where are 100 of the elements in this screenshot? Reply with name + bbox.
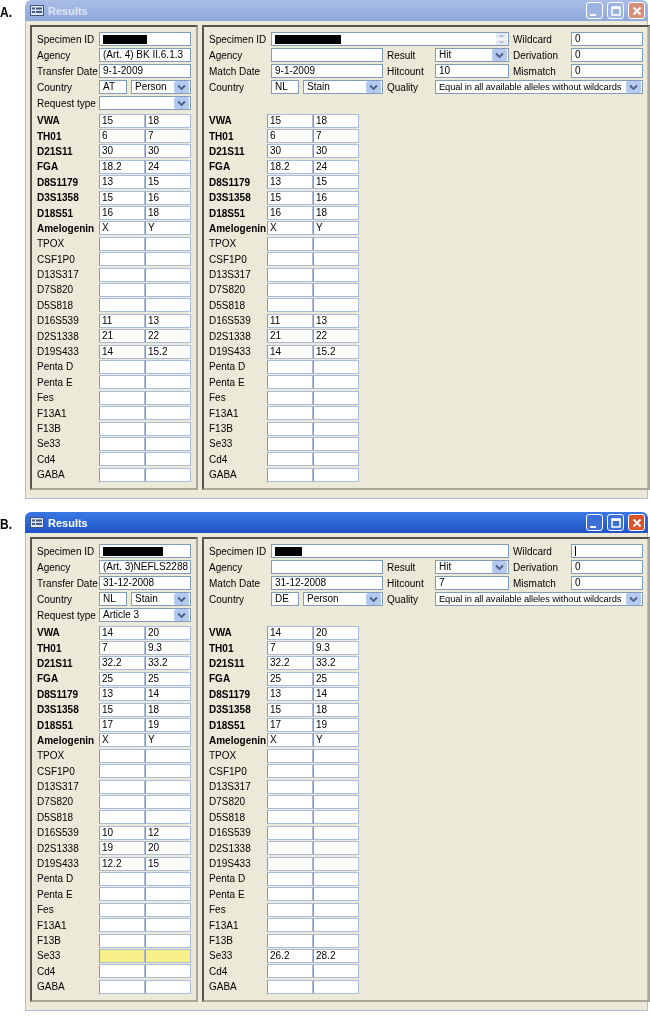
allele-field[interactable]: [313, 436, 359, 451]
allele-field[interactable]: [313, 267, 359, 282]
allele-field[interactable]: [313, 964, 359, 979]
allele-field[interactable]: 18: [313, 206, 359, 221]
allele-field[interactable]: 7: [313, 129, 359, 144]
allele-field[interactable]: 22: [313, 329, 359, 344]
allele-field[interactable]: [145, 267, 191, 282]
allele-field[interactable]: 25: [145, 671, 191, 686]
allele-field[interactable]: [267, 406, 313, 421]
allele-field[interactable]: 15.2: [313, 344, 359, 359]
allele-field[interactable]: 11: [99, 313, 145, 328]
allele-field[interactable]: 28.2: [313, 948, 359, 963]
allele-field[interactable]: [313, 375, 359, 390]
allele-field[interactable]: [145, 764, 191, 779]
type-dropdown[interactable]: Stain: [131, 592, 191, 606]
allele-field[interactable]: 16: [145, 190, 191, 205]
allele-field[interactable]: [313, 933, 359, 948]
allele-field[interactable]: [267, 979, 313, 994]
allele-field[interactable]: 16: [313, 190, 359, 205]
allele-field[interactable]: [99, 918, 145, 933]
wildcard-field[interactable]: [571, 544, 643, 558]
allele-field[interactable]: [313, 810, 359, 825]
allele-field[interactable]: [99, 390, 145, 405]
allele-field[interactable]: 20: [313, 625, 359, 640]
result-dropdown[interactable]: Hit: [435, 48, 509, 62]
request-type-dropdown[interactable]: [99, 96, 191, 110]
allele-field[interactable]: [267, 298, 313, 313]
date-field[interactable]: 9-1-2009: [271, 64, 383, 78]
allele-field[interactable]: [145, 406, 191, 421]
allele-field[interactable]: [313, 406, 359, 421]
allele-field[interactable]: [145, 283, 191, 297]
allele-field[interactable]: 6: [267, 129, 313, 144]
allele-field[interactable]: 15: [99, 113, 145, 128]
allele-field[interactable]: [99, 948, 145, 963]
allele-field[interactable]: [313, 779, 359, 794]
allele-field[interactable]: 17: [99, 718, 145, 733]
quality-dropdown[interactable]: Equal in all available alleles without wildcards: [435, 592, 643, 606]
allele-field[interactable]: [267, 267, 313, 282]
allele-field[interactable]: 15: [267, 702, 313, 717]
date-field[interactable]: 31-12-2008: [271, 576, 383, 590]
mismatch-field[interactable]: 0: [571, 64, 643, 78]
allele-field[interactable]: [99, 902, 145, 917]
allele-field[interactable]: [313, 748, 359, 763]
allele-field[interactable]: [267, 825, 313, 840]
allele-field[interactable]: [145, 779, 191, 794]
allele-field[interactable]: Y: [313, 221, 359, 236]
allele-field[interactable]: [145, 421, 191, 436]
mismatch-field[interactable]: 0: [571, 576, 643, 590]
allele-field[interactable]: [145, 871, 191, 886]
allele-field[interactable]: [313, 918, 359, 933]
allele-field[interactable]: [99, 748, 145, 763]
country-field[interactable]: NL: [99, 592, 127, 606]
allele-field[interactable]: 18: [145, 702, 191, 717]
close-button[interactable]: [628, 2, 645, 19]
allele-field[interactable]: 18.2: [99, 159, 145, 174]
type-dropdown[interactable]: Stain: [303, 80, 383, 94]
allele-field[interactable]: [99, 887, 145, 902]
allele-field[interactable]: 15: [145, 175, 191, 190]
allele-field[interactable]: 14: [267, 344, 313, 359]
allele-field[interactable]: 14: [99, 344, 145, 359]
agency-field[interactable]: (Art. 4) BK II.6.1.3: [99, 48, 191, 62]
allele-field[interactable]: 13: [145, 313, 191, 328]
allele-field[interactable]: X: [267, 221, 313, 236]
allele-field[interactable]: [313, 841, 359, 856]
allele-field[interactable]: [267, 764, 313, 779]
allele-field[interactable]: [145, 359, 191, 374]
allele-field[interactable]: [267, 887, 313, 902]
allele-field[interactable]: [313, 283, 359, 297]
allele-field[interactable]: 19: [313, 718, 359, 733]
allele-field[interactable]: 32.2: [267, 656, 313, 671]
agency-field[interactable]: (Art. 3)NEFLS2288: [99, 560, 191, 574]
allele-field[interactable]: 14: [313, 687, 359, 702]
allele-field[interactable]: [145, 390, 191, 405]
allele-field[interactable]: [267, 748, 313, 763]
allele-field[interactable]: [313, 825, 359, 840]
type-dropdown[interactable]: Person: [303, 592, 383, 606]
allele-field[interactable]: Y: [313, 733, 359, 748]
specimen-id-field[interactable]: [99, 544, 191, 558]
allele-field[interactable]: [313, 887, 359, 902]
allele-field[interactable]: Y: [145, 733, 191, 748]
allele-field[interactable]: [267, 902, 313, 917]
allele-field[interactable]: 16: [267, 206, 313, 221]
allele-field[interactable]: [313, 764, 359, 779]
allele-field[interactable]: 18: [145, 113, 191, 128]
allele-field[interactable]: X: [267, 733, 313, 748]
allele-field[interactable]: [313, 359, 359, 374]
allele-field[interactable]: 18: [313, 702, 359, 717]
derivation-field[interactable]: 0: [571, 560, 643, 574]
allele-field[interactable]: 16: [99, 206, 145, 221]
type-dropdown[interactable]: Person: [131, 80, 191, 94]
allele-field[interactable]: 15: [99, 190, 145, 205]
hitcount-field[interactable]: 7: [435, 576, 509, 590]
hitcount-field[interactable]: 10: [435, 64, 509, 78]
allele-field[interactable]: 14: [267, 625, 313, 640]
allele-field[interactable]: [313, 902, 359, 917]
allele-field[interactable]: [313, 467, 359, 482]
allele-field[interactable]: X: [99, 733, 145, 748]
minimize-button[interactable]: [586, 514, 603, 531]
derivation-field[interactable]: 0: [571, 48, 643, 62]
allele-field[interactable]: 15: [267, 190, 313, 205]
